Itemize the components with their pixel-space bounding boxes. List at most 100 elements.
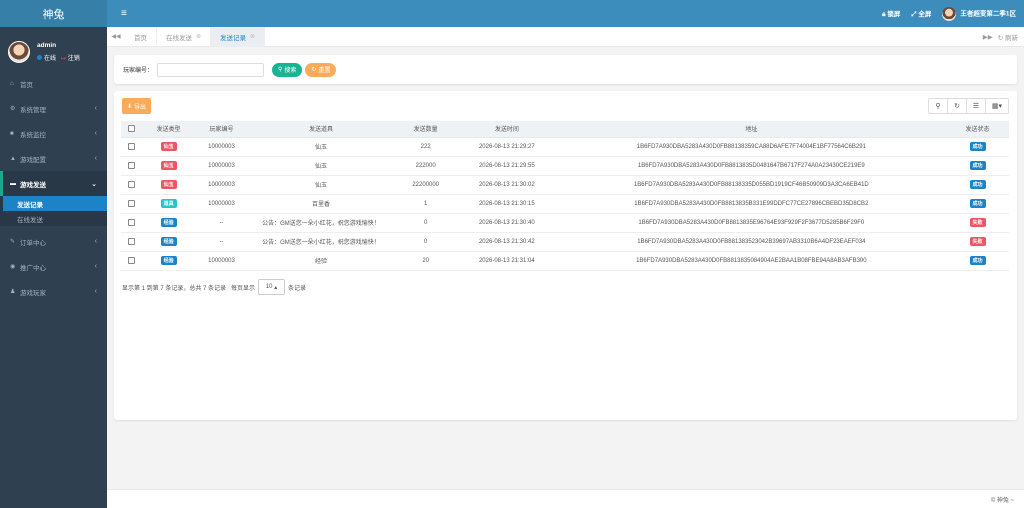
user-name: admin [37, 41, 57, 49]
sidebar-subitem-online-send[interactable]: 在线发送 [0, 211, 107, 226]
sidebar-item-game-send[interactable]: ▬ 游戏发送 ⌄ [0, 171, 107, 196]
row-checkbox-cell [121, 213, 142, 233]
export-label: 导出 [134, 104, 147, 111]
table-row[interactable]: 道具 10000003 百里香 1 2026-08-13 21:30:15 1B6FD7A… [121, 194, 1009, 214]
reset-button[interactable]: ↻ 重置 [305, 62, 337, 77]
search-toggle-button[interactable]: ⚲ [928, 98, 948, 114]
search-icon: ⚲ [278, 67, 283, 73]
column-header[interactable]: 发送道具 [247, 121, 395, 138]
lock-screen-button[interactable]: 🔒︎ 锁屏 [882, 8, 900, 19]
refresh-icon: ↻ [954, 103, 960, 110]
qty-cell: 20 [394, 251, 458, 271]
sidebar-item-system[interactable]: ⚙ 系统管理 ‹ [0, 96, 107, 121]
lock-label: 锁屏 [887, 11, 901, 18]
address-cell: 1B6FD7A930DBA5283A430D0FB8813835D0481647… [556, 156, 947, 176]
table-row[interactable]: 经验 10000003 经验 20 2026-08-13 21:31:04 1B6FD7A… [121, 251, 1009, 271]
logout-icon: ↦ [61, 55, 67, 62]
status-cell: 成功 [946, 156, 1009, 176]
export-button[interactable]: ⬇ 导出 [122, 98, 152, 114]
table-row[interactable]: 仙玉 10000003 仙玉 222 2026-08-13 21:29:27 1B6FD7… [121, 137, 1009, 157]
item-cell: 仙玉 [247, 137, 395, 157]
chevron-left-icon: ‹ [94, 238, 97, 245]
status-badge: 失败 [969, 218, 986, 227]
sidebar-item-label: 订单中心 [20, 239, 46, 247]
gear-icon: ⚙ [10, 106, 16, 112]
sidebar-item-home[interactable]: ⌂ 首页 [0, 71, 107, 96]
row-checkbox-cell [121, 251, 142, 271]
item-cell: 公告：GM送您一朵小红花，祝您游戏愉快！ [247, 213, 395, 233]
item-cell: 百里香 [247, 194, 395, 214]
column-header[interactable]: 地址 [556, 121, 947, 138]
toggle-view-button[interactable]: ☰ [966, 98, 986, 114]
card-icon: ▬ [10, 180, 16, 187]
player-id-input[interactable] [157, 62, 265, 77]
records-panel: ⬇ 导出 ⚲ ↻ ☰ ▦▾ 发送类型 玩家编号 发送道具 发送数量 发送时间 地址… [114, 91, 1017, 420]
sidebar-item-orders[interactable]: ✎ 订单中心 ‹ [0, 229, 107, 254]
fullscreen-button[interactable]: ⤢ 全屏 [911, 8, 931, 19]
avatar [942, 6, 957, 21]
column-header[interactable]: 发送类型 [141, 121, 196, 138]
refresh-table-button[interactable]: ↻ [947, 98, 967, 114]
bars-icon[interactable]: ≡ [121, 8, 127, 19]
sidebar-item-game-config[interactable]: ▲ 游戏配置 ‹ [0, 146, 107, 171]
user-profile: admin 在线 ↦ 注销 [0, 32, 107, 71]
page-tabs: ◀◀ 首页 在线发送 ⊗ 发送记录 ⊗ ▶▶ ↻ 刷新 [107, 26, 1024, 47]
online-label: 在线 [44, 55, 57, 62]
select-all-checkbox[interactable] [127, 125, 135, 133]
status-badge: 失败 [969, 237, 986, 246]
top-header: ≡ 🔒︎ 锁屏 ⤢ 全屏 王者超变第二季1区 [107, 0, 1024, 27]
close-icon[interactable]: ⊗ [250, 33, 255, 40]
page-size-select[interactable]: 10 ▴ [258, 279, 286, 295]
table-row[interactable]: 仙玉 10000003 仙玉 222000 2026-08-13 21:29:55 1B6… [121, 156, 1009, 176]
tab-home[interactable]: 首页 [125, 26, 157, 47]
lock-icon: 🔒︎ [882, 11, 886, 18]
row-checkbox[interactable] [127, 180, 135, 188]
address-cell: 1B6FD7A930DBA5283A430D0FB88138335D055BD1… [556, 175, 947, 195]
row-checkbox[interactable] [127, 199, 135, 207]
time-cell: 2026-08-13 21:30:15 [457, 194, 557, 214]
sidebar-item-players[interactable]: ♟ 游戏玩家 ‹ [0, 279, 107, 304]
table-row[interactable]: 经验 -- 公告：GM送您一朵小红花，祝您游戏愉快！ 0 2026-08-13 21:3… [121, 232, 1009, 252]
app-logo[interactable]: 神兔 [0, 0, 107, 27]
tab-online-send[interactable]: 在线发送 ⊗ [157, 26, 212, 47]
server-selector[interactable]: 王者超变第二季1区 [942, 6, 1016, 21]
column-header[interactable]: 发送状态 [946, 121, 1009, 138]
row-checkbox[interactable] [127, 161, 135, 169]
address-cell: 1B6FD7A930DBA5283A430D0FB8813835084904AE… [556, 251, 947, 271]
table-row[interactable]: 经验 -- 公告：GM送您一朵小红花，祝您游戏愉快！ 0 2026-08-13 21:3… [121, 213, 1009, 233]
sidebar-item-monitor[interactable]: ■ 系统监控 ‹ [0, 121, 107, 146]
type-cell: 仙玉 [141, 137, 196, 157]
row-checkbox[interactable] [127, 237, 135, 245]
qty-cell: 222 [394, 137, 458, 157]
reset-button-label: 重置 [318, 68, 331, 74]
tabs-scroll-left-icon[interactable]: ◀◀ [107, 33, 125, 40]
address-cell: 1B6FD7A930DBA5283A430D0FB8813835E96764E9… [556, 213, 947, 233]
search-button[interactable]: ⚲ 搜索 [272, 62, 303, 77]
avatar[interactable] [8, 40, 30, 63]
row-checkbox-cell [121, 194, 142, 214]
column-header[interactable]: 发送数量 [394, 121, 458, 138]
per-page-suffix: 条记录 [288, 285, 307, 292]
column-header[interactable]: 玩家编号 [195, 121, 248, 138]
sidebar-item-promotion[interactable]: ◉ 推广中心 ‹ [0, 254, 107, 279]
logout-link[interactable]: ↦ 注销 [61, 53, 80, 62]
row-checkbox[interactable] [127, 142, 135, 150]
row-checkbox[interactable] [127, 256, 135, 264]
chevron-left-icon: ‹ [94, 288, 97, 295]
table-row[interactable]: 仙玉 10000003 仙玉 22200000 2026-08-13 21:30:02 1… [121, 175, 1009, 195]
type-cell: 经验 [141, 251, 196, 271]
refresh-tab-button[interactable]: ↻ 刷新 [998, 32, 1018, 42]
row-checkbox[interactable] [127, 218, 135, 226]
type-cell: 经验 [141, 232, 196, 252]
status-cell: 成功 [946, 137, 1009, 157]
tab-send-records[interactable]: 发送记录 ⊗ [211, 26, 266, 47]
expand-icon: ⤢ [911, 11, 917, 18]
column-header[interactable]: 发送时间 [457, 121, 557, 138]
row-checkbox-cell [121, 175, 142, 195]
columns-dropdown-button[interactable]: ▦▾ [985, 98, 1009, 114]
refresh-label: 刷新 [1005, 34, 1018, 42]
sidebar-subitem-send-records[interactable]: 发送记录 [3, 196, 107, 211]
close-icon[interactable]: ⊗ [196, 33, 201, 40]
player-id-label: 玩家编号： [123, 68, 154, 74]
tabs-scroll-right-icon[interactable]: ▶▶ [983, 33, 993, 41]
